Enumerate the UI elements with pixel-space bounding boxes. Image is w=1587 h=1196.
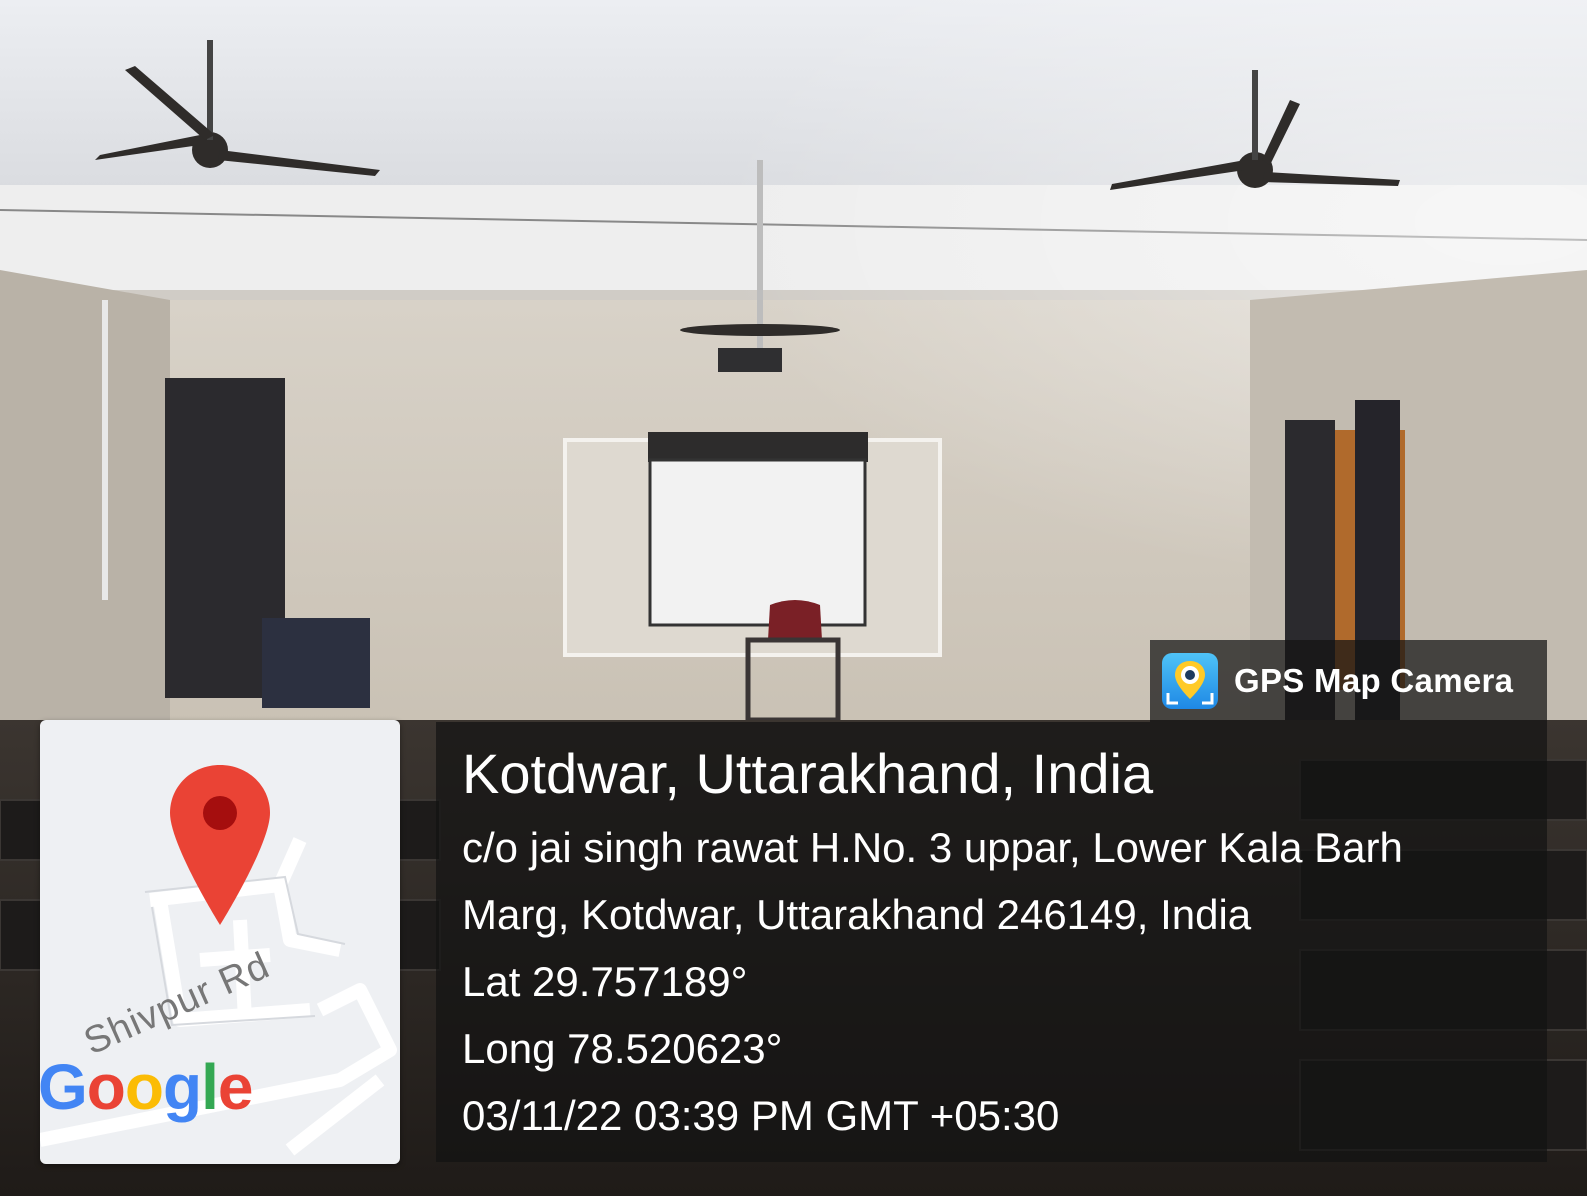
logo-letter: G xyxy=(38,1051,88,1123)
logo-letter: l xyxy=(201,1051,219,1123)
app-badge: GPS Map Camera xyxy=(1150,640,1547,722)
logo-letter: g xyxy=(162,1051,202,1123)
logo-letter: o xyxy=(86,1051,126,1123)
latitude-text: Lat 29.757189° xyxy=(462,958,748,1005)
address-line-2: Marg, Kotdwar, Uttarakhand 246149, India xyxy=(462,891,1252,938)
longitude-text: Long 78.520623° xyxy=(462,1025,783,1072)
location-info-panel: Kotdwar, Uttarakhand, India c/o jai sing… xyxy=(436,722,1547,1162)
map-camera-icon xyxy=(1162,653,1218,709)
datetime-text: 03/11/22 03:39 PM GMT +05:30 xyxy=(462,1092,1060,1139)
logo-letter: o xyxy=(124,1051,164,1123)
logo-letter: e xyxy=(217,1051,254,1123)
google-logo: Google xyxy=(38,1050,254,1124)
location-title: Kotdwar, Uttarakhand, India xyxy=(462,742,1154,805)
address-line-1: c/o jai singh rawat H.No. 3 uppar, Lower… xyxy=(462,824,1403,871)
app-name: GPS Map Camera xyxy=(1234,662,1514,699)
